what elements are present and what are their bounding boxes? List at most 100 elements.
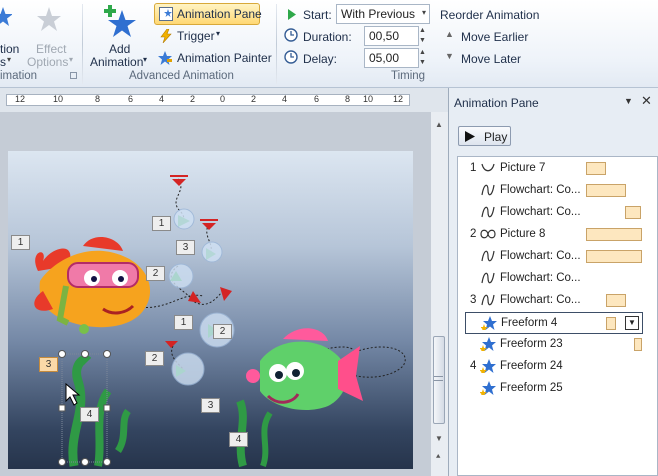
item-label: Picture 8 xyxy=(500,228,546,240)
animation-pane-button[interactable]: Animation Pane xyxy=(154,3,262,25)
item-label: Flowchart: Co... xyxy=(500,272,581,284)
animation-order-badge[interactable]: 4 xyxy=(229,432,248,447)
animation-list-item[interactable]: Flowchart: Co... xyxy=(458,268,658,290)
star-effect-icon xyxy=(480,337,496,351)
timeline-bar[interactable] xyxy=(606,317,616,330)
timeline-bar[interactable] xyxy=(586,184,626,197)
play-icon xyxy=(465,131,475,142)
animation-list-item[interactable]: 1 Picture 7 xyxy=(458,158,658,180)
effect-options-label-2[interactable]: Options xyxy=(27,55,68,69)
arrow-up-icon: ▲ xyxy=(445,29,454,39)
animation-order-badge[interactable]: 1 xyxy=(152,216,171,231)
pane-options-dropdown-icon[interactable]: ▼ xyxy=(624,96,633,106)
chevron-down-icon: ▾ xyxy=(69,55,74,64)
duration-clock-icon xyxy=(284,28,298,42)
reorder-animation-title: Reorder Animation xyxy=(440,8,540,22)
animation-list-item[interactable]: Flowchart: Co... xyxy=(458,180,658,202)
timeline-bar[interactable] xyxy=(586,250,642,263)
item-dropdown-button[interactable]: ▼ xyxy=(625,316,639,330)
horizontal-ruler: 12 10 8 6 4 2 0 2 4 6 8 10 12 xyxy=(6,94,410,106)
play-button[interactable]: Play xyxy=(458,126,511,146)
animation-order-badge[interactable]: 2 xyxy=(213,324,232,339)
add-animation-button[interactable]: Add xyxy=(109,42,130,56)
animation-pane-title: Animation Pane xyxy=(454,96,539,110)
item-label: Freeform 25 xyxy=(500,382,563,394)
delay-clock-icon xyxy=(284,50,298,64)
item-label: Flowchart: Co... xyxy=(500,184,581,196)
animation-order-badge[interactable]: 1 xyxy=(174,315,193,330)
animation-order-badge[interactable]: 4 xyxy=(80,407,99,422)
seaweed-image[interactable] xyxy=(68,355,273,468)
animation-list-item[interactable]: 2 Picture 8 xyxy=(458,224,658,246)
close-icon[interactable]: ✕ xyxy=(641,93,652,109)
star-effect-icon xyxy=(480,359,496,373)
timeline-bar[interactable] xyxy=(586,162,606,175)
effect-options-button[interactable]: Effect xyxy=(36,42,66,56)
timeline-bar[interactable] xyxy=(586,228,642,241)
animation-pane-header: Animation Pane ▼ ✕ xyxy=(449,90,657,112)
animation-order-badge[interactable]: 2 xyxy=(145,351,164,366)
animation-order-badge[interactable]: 3 xyxy=(201,398,220,413)
animation-list-item[interactable]: Flowchart: Co... xyxy=(458,246,658,268)
arrow-down-icon: ▼ xyxy=(445,51,454,61)
item-label: Freeform 24 xyxy=(500,360,563,372)
trigger-button[interactable]: Trigger xyxy=(177,29,215,43)
animation-order-badge[interactable]: 3 xyxy=(176,240,195,255)
scroll-down-icon[interactable]: ▼ xyxy=(435,434,443,443)
scroll-up-icon[interactable]: ▲ xyxy=(435,120,443,129)
animation-pane-icon xyxy=(159,7,173,21)
start-dropdown[interactable]: With Previous ▾ xyxy=(336,4,430,24)
item-label: Freeform 23 xyxy=(500,338,563,350)
move-earlier-button[interactable]: Move Earlier xyxy=(461,30,528,44)
move-later-button[interactable]: Move Later xyxy=(461,52,521,66)
add-animation-label-2[interactable]: Animation xyxy=(90,55,143,69)
duration-label: Duration: xyxy=(303,30,352,44)
animation-list-item[interactable]: Flowchart: Co... xyxy=(458,202,658,224)
animation-pane-label: Animation Pane xyxy=(177,7,262,21)
duration-spinner[interactable]: ▲ ▼ xyxy=(419,26,429,46)
vertical-scrollbar[interactable]: ▲ ▼ ⯅ xyxy=(430,112,448,476)
green-fish-image[interactable] xyxy=(246,328,363,411)
dialog-launcher-icon[interactable] xyxy=(70,72,77,79)
group-label-timing: Timing xyxy=(391,70,426,82)
timeline-bar[interactable] xyxy=(606,294,626,307)
timeline-bar[interactable] xyxy=(625,206,641,219)
previous-slide-icon[interactable]: ⯅ xyxy=(435,452,441,462)
star-effect-icon xyxy=(480,381,496,395)
ruler-tick: 8 xyxy=(95,94,101,104)
animation-list-item-selected[interactable]: Freeform 4 ▼ xyxy=(465,312,643,334)
partial-button-label[interactable]: tion xyxy=(0,42,19,56)
ruler-tick: 10 xyxy=(53,94,64,104)
animation-list-item[interactable]: 4 Freeform 24 xyxy=(458,356,658,378)
delay-spinner[interactable]: ▲ ▼ xyxy=(419,48,429,68)
duration-field[interactable]: 00,50 xyxy=(364,26,419,46)
animation-order-badge-selected[interactable]: 3 xyxy=(39,357,58,372)
ruler-tick: 2 xyxy=(251,94,257,104)
play-label: Play xyxy=(484,130,508,144)
scroll-thumb-grip xyxy=(434,376,443,377)
path-wave-icon xyxy=(481,294,495,306)
ruler-tick: 2 xyxy=(190,94,196,104)
orange-fish-image[interactable] xyxy=(34,236,151,334)
animation-order-badge[interactable]: 2 xyxy=(146,266,165,281)
item-label: Flowchart: Co... xyxy=(500,294,581,306)
animation-list-item[interactable]: Freeform 23 xyxy=(458,334,658,356)
animation-painter-button[interactable]: Animation Painter xyxy=(177,51,272,65)
slide-canvas[interactable]: 1 1 3 2 2 1 2 2 3 4 3 4 xyxy=(8,151,413,469)
partial-button-label-2[interactable]: s xyxy=(0,55,6,69)
motion-paths[interactable] xyxy=(8,151,413,469)
group-label-animation: imation xyxy=(0,70,38,82)
delay-field[interactable]: 05,00 xyxy=(364,48,419,68)
animation-list-item[interactable]: 3 Flowchart: Co... xyxy=(458,290,658,312)
item-order-number: 3 xyxy=(470,294,477,306)
delay-label: Delay: xyxy=(303,52,338,66)
item-order-number: 4 xyxy=(470,360,477,372)
ruler-tick: 4 xyxy=(159,94,165,104)
animation-order-badge[interactable]: 1 xyxy=(11,235,30,250)
chevron-down-icon: ▾ xyxy=(216,29,221,38)
ruler-tick: 6 xyxy=(314,94,320,104)
animation-star-icon xyxy=(0,7,12,26)
ruler-tick: 0 xyxy=(220,94,226,104)
timeline-bar[interactable] xyxy=(634,338,642,351)
animation-list-item[interactable]: Freeform 25 xyxy=(458,378,658,400)
